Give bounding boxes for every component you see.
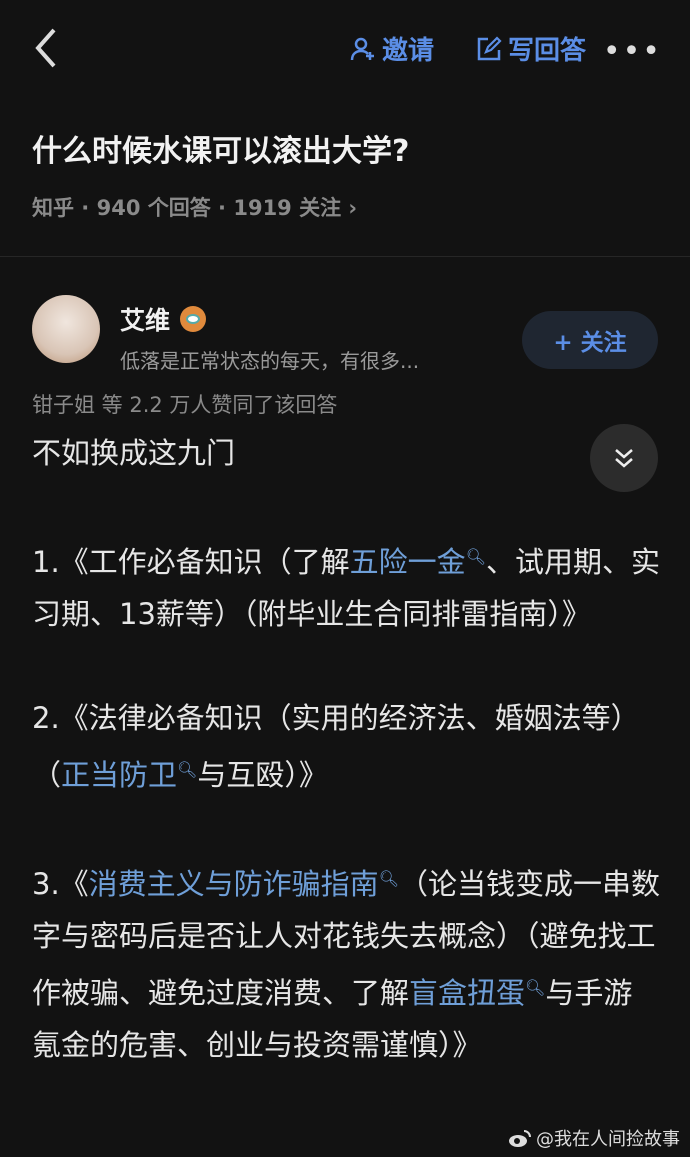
- top-bar: 邀请 写回答 •••: [0, 0, 690, 96]
- watermark-text: @我在人间捡故事: [536, 1129, 680, 1150]
- double-chevron-down-icon: [615, 449, 633, 468]
- author-row: 艾维 低落是正常状态的每天，有很多... + 关注: [0, 293, 690, 393]
- answer-item-2: 2.《法律必备知识（实用的经济法、婚姻法等）（正当防卫🔍︎与互殴）》: [32, 692, 660, 801]
- divider: [0, 256, 690, 257]
- search-icon: 🔍︎: [378, 869, 399, 888]
- follow-button[interactable]: + 关注: [522, 311, 658, 369]
- invite-label: 邀请: [382, 36, 435, 66]
- edit-icon: [477, 35, 502, 60]
- badge-icon: [180, 306, 207, 332]
- watermark: @我在人间捡故事: [508, 1125, 680, 1151]
- answer-item-1: 1.《工作必备知识（了解五险一金🔍︎、试用期、实习期、13薪等）（附毕业生合同排…: [32, 531, 660, 640]
- text: 3.《: [32, 867, 89, 901]
- link-text: 消费主义与防诈骗指南: [88, 867, 379, 901]
- text: 1.《工作必备知识（了解: [32, 545, 350, 579]
- back-icon[interactable]: [30, 26, 70, 70]
- weibo-icon: [509, 1130, 531, 1147]
- link-self-defense[interactable]: 正当防卫🔍︎: [61, 758, 197, 792]
- question-title[interactable]: 什么时候水课可以滚出大学?: [0, 126, 690, 170]
- vote-summary: 钳子姐 等 2.2 万人赞同了该回答: [32, 393, 338, 417]
- user-add-icon: [350, 37, 374, 60]
- author-name: 艾维: [120, 306, 171, 335]
- answer-intro: 不如换成这九门: [32, 436, 236, 470]
- question-meta[interactable]: 知乎 · 940 个回答 · 1919 关注 ›: [0, 192, 690, 222]
- link-text: 盲盒扭蛋: [409, 976, 526, 1010]
- author-name-wrap[interactable]: 艾维: [120, 301, 207, 337]
- search-icon: 🔍︎: [525, 978, 546, 997]
- link-text: 正当防卫: [61, 758, 178, 792]
- avatar[interactable]: [32, 295, 100, 363]
- more-icon[interactable]: •••: [603, 34, 662, 69]
- text: 与互殴）》: [197, 758, 328, 792]
- write-answer-label: 写回答: [508, 36, 587, 66]
- write-answer-button[interactable]: 写回答: [476, 30, 586, 67]
- answer-item-3: 3.《消费主义与防诈骗指南🔍︎（论当钱变成一串数字与密码后是否让人对花钱失去概念…: [32, 853, 660, 1071]
- invite-button[interactable]: 邀请: [350, 30, 434, 67]
- link-blind-box[interactable]: 盲盒扭蛋🔍︎: [409, 976, 545, 1010]
- search-icon: 🔍︎: [177, 760, 198, 779]
- author-bio: 低落是正常状态的每天，有很多...: [120, 349, 420, 373]
- link-wuxianyijin[interactable]: 五险一金🔍︎: [350, 545, 486, 579]
- collapse-button[interactable]: [590, 424, 658, 492]
- search-icon: 🔍︎: [465, 547, 486, 566]
- link-consumerism[interactable]: 消费主义与防诈骗指南🔍︎: [89, 867, 399, 901]
- answer-body: 不如换成这九门 1.《工作必备知识（了解五险一金🔍︎、试用期、实习期、13薪等）…: [0, 427, 690, 1071]
- link-text: 五险一金: [349, 545, 466, 579]
